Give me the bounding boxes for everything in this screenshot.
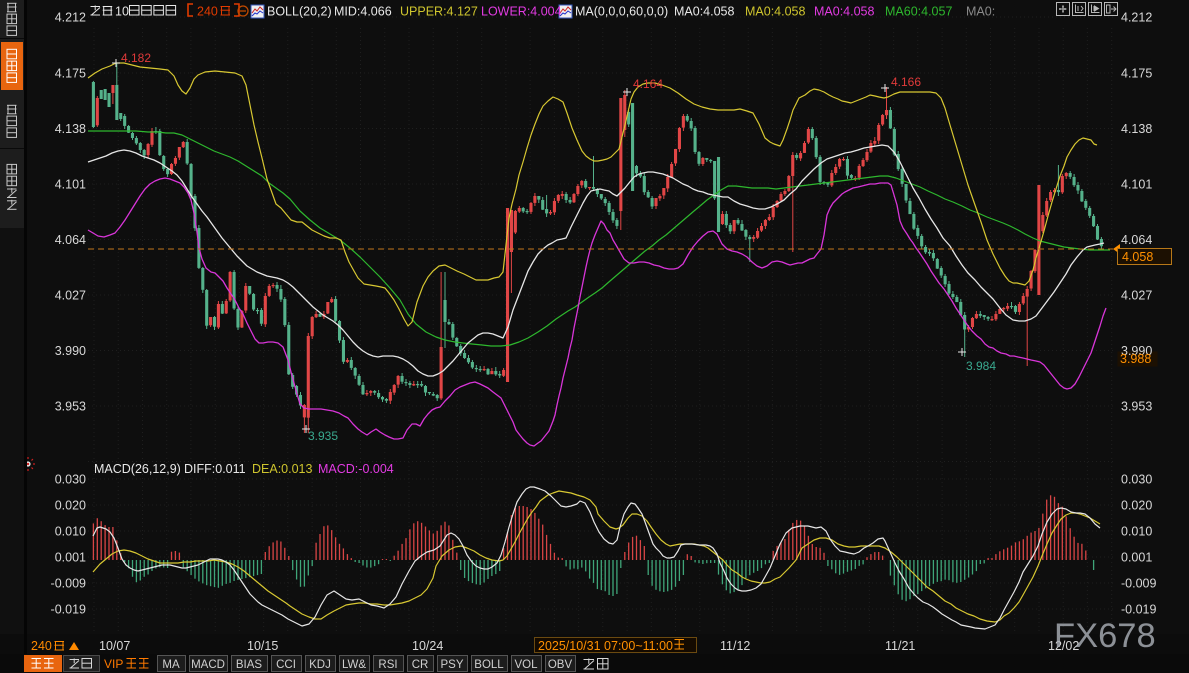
svg-text:10/15: 10/15 bbox=[247, 639, 278, 653]
svg-text:0.001: 0.001 bbox=[55, 551, 86, 565]
svg-text:-0.019: -0.019 bbox=[1121, 603, 1156, 617]
svg-text:4.138: 4.138 bbox=[1121, 122, 1152, 136]
svg-text:4.027: 4.027 bbox=[55, 289, 86, 303]
svg-text:MACD(26,12,9): MACD(26,12,9) bbox=[94, 462, 181, 476]
svg-text:4.212: 4.212 bbox=[1121, 11, 1152, 25]
svg-text:MA(0,0,0,60,0,0): MA(0,0,0,60,0,0) bbox=[575, 5, 668, 19]
svg-text:MA0:: MA0: bbox=[966, 5, 995, 19]
svg-text:4.164: 4.164 bbox=[633, 77, 663, 91]
svg-text:-0.019: -0.019 bbox=[51, 603, 86, 617]
svg-text:MA: MA bbox=[162, 659, 180, 671]
svg-text:0.010: 0.010 bbox=[55, 525, 86, 539]
svg-text:3.953: 3.953 bbox=[1121, 400, 1152, 414]
svg-text:FX678: FX678 bbox=[1054, 617, 1156, 655]
svg-text:MID:4.066: MID:4.066 bbox=[334, 5, 392, 19]
svg-text:OBV: OBV bbox=[548, 659, 573, 671]
svg-text:3.990: 3.990 bbox=[55, 344, 86, 358]
svg-text:-0.009: -0.009 bbox=[51, 577, 86, 591]
svg-text:4.175: 4.175 bbox=[1121, 67, 1152, 81]
svg-text:10/07: 10/07 bbox=[99, 639, 130, 653]
svg-text:BOLL(20,2): BOLL(20,2) bbox=[267, 5, 332, 19]
svg-text:4.138: 4.138 bbox=[55, 122, 86, 136]
svg-text:4.182: 4.182 bbox=[121, 51, 151, 65]
svg-text:PSY: PSY bbox=[440, 659, 463, 671]
svg-text:CR: CR bbox=[412, 659, 429, 671]
svg-text:4.064: 4.064 bbox=[1121, 233, 1152, 247]
svg-text:DIFF:0.011: DIFF:0.011 bbox=[184, 462, 246, 476]
svg-text:VOL: VOL bbox=[514, 659, 538, 671]
svg-text:BIAS: BIAS bbox=[236, 659, 263, 671]
svg-text:MA0:4.058: MA0:4.058 bbox=[674, 5, 735, 19]
svg-text:4.058: 4.058 bbox=[1122, 250, 1153, 264]
svg-text:4.101: 4.101 bbox=[55, 178, 86, 192]
svg-text:LOWER:4.004: LOWER:4.004 bbox=[481, 5, 562, 19]
svg-text:4.166: 4.166 bbox=[891, 75, 921, 89]
svg-text:UPPER:4.127: UPPER:4.127 bbox=[400, 5, 478, 19]
svg-text:MACD:-0.004: MACD:-0.004 bbox=[318, 462, 394, 476]
svg-text:LW&: LW& bbox=[342, 659, 366, 671]
svg-text:4.175: 4.175 bbox=[55, 67, 86, 81]
svg-text:3.953: 3.953 bbox=[55, 400, 86, 414]
svg-text:MA0:4.058: MA0:4.058 bbox=[745, 5, 806, 19]
svg-text:0.030: 0.030 bbox=[55, 473, 86, 487]
svg-text:2025/10/31 07:00~11:00: 2025/10/31 07:00~11:00 bbox=[538, 639, 673, 653]
svg-text:0.001: 0.001 bbox=[1121, 551, 1152, 565]
svg-text:0.030: 0.030 bbox=[1121, 473, 1152, 487]
svg-text:240: 240 bbox=[31, 639, 52, 653]
svg-text:11/12: 11/12 bbox=[720, 639, 750, 653]
svg-text:4.027: 4.027 bbox=[1121, 289, 1152, 303]
svg-text:MACD: MACD bbox=[191, 659, 225, 671]
svg-text:3.988: 3.988 bbox=[1120, 352, 1151, 366]
svg-text:DEA:0.013: DEA:0.013 bbox=[252, 462, 313, 476]
svg-text:11/21: 11/21 bbox=[885, 639, 915, 653]
svg-text:3.984: 3.984 bbox=[966, 359, 996, 373]
svg-text:4.101: 4.101 bbox=[1121, 178, 1152, 192]
svg-text:RSI: RSI bbox=[378, 659, 397, 671]
svg-text:10: 10 bbox=[115, 5, 129, 19]
svg-text:3.935: 3.935 bbox=[308, 429, 338, 443]
svg-text:10/24: 10/24 bbox=[412, 639, 443, 653]
svg-text:KDJ: KDJ bbox=[309, 659, 331, 671]
svg-text:CCI: CCI bbox=[276, 659, 296, 671]
svg-text:BOLL: BOLL bbox=[474, 659, 504, 671]
svg-text:4.064: 4.064 bbox=[55, 233, 86, 247]
svg-text:VIP: VIP bbox=[104, 657, 123, 671]
svg-text:MA60:4.057: MA60:4.057 bbox=[885, 5, 952, 19]
svg-text:0.010: 0.010 bbox=[1121, 525, 1152, 539]
svg-text:240: 240 bbox=[197, 5, 218, 19]
svg-text:0.020: 0.020 bbox=[1121, 499, 1152, 513]
svg-text:-0.009: -0.009 bbox=[1121, 577, 1156, 591]
svg-text:MA0:4.058: MA0:4.058 bbox=[814, 5, 875, 19]
svg-text:4.212: 4.212 bbox=[55, 11, 86, 25]
svg-text:0.020: 0.020 bbox=[55, 499, 86, 513]
